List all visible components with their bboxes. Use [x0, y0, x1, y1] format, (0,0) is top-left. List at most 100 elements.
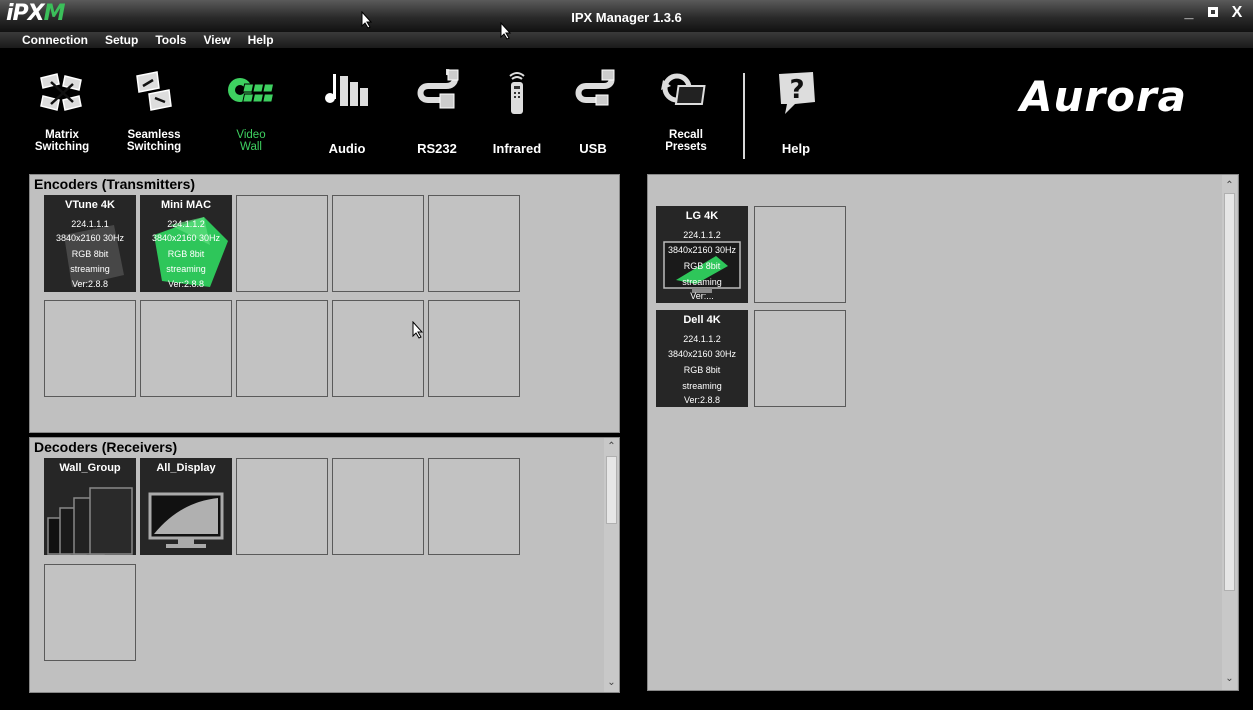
- brand-text: Aurora: [1020, 72, 1188, 121]
- empty-slot[interactable]: [332, 300, 424, 397]
- matrix-switching-icon: [40, 73, 82, 111]
- device-status: streaming: [682, 381, 722, 391]
- device-status: streaming: [682, 277, 722, 287]
- video-wall-panel: LG 4K 224.1.1.2 3840x2160 30Hz RGB 8bit …: [647, 174, 1239, 691]
- empty-slot[interactable]: [44, 564, 136, 661]
- encoders-title: Encoders (Transmitters): [34, 176, 196, 192]
- menu-setup[interactable]: Setup: [105, 32, 138, 48]
- device-resolution: 3840x2160 30Hz: [55, 233, 125, 243]
- empty-slot[interactable]: [236, 300, 328, 397]
- device-color-format: RGB 8bit: [683, 365, 721, 375]
- infrared-remote-icon: [509, 72, 525, 114]
- wall-display-tile[interactable]: Dell 4K 224.1.1.2 3840x2160 30Hz RGB 8bi…: [656, 310, 748, 407]
- tool-label: Seamless Switching: [126, 129, 182, 153]
- device-version: Ver:...: [690, 291, 714, 301]
- tool-matrix-switching[interactable]: Matrix Switching: [22, 68, 102, 153]
- scroll-up-arrow-icon[interactable]: ⌃: [1222, 179, 1237, 193]
- svg-text:?: ?: [789, 75, 804, 105]
- empty-slot[interactable]: [44, 300, 136, 397]
- device-ip: 224.1.1.2: [683, 230, 721, 240]
- device-ip: 224.1.1.2: [683, 334, 721, 344]
- tool-label: Audio: [328, 141, 366, 156]
- decoder-group-tile[interactable]: Wall_Group: [44, 458, 136, 555]
- tool-label: USB: [579, 141, 607, 156]
- scroll-down-arrow-icon[interactable]: ⌄: [604, 676, 619, 690]
- menu-connection[interactable]: Connection: [22, 32, 88, 48]
- device-color-format: RGB 8bit: [71, 249, 109, 259]
- encoder-tile[interactable]: Mini MAC 224.1.1.2 3840x2160 30Hz RGB 8b…: [140, 195, 232, 292]
- scroll-up-arrow-icon[interactable]: ⌃: [604, 440, 619, 454]
- tool-label: Video Wall: [236, 129, 266, 153]
- scrollbar-thumb[interactable]: [1224, 193, 1235, 591]
- tool-audio[interactable]: Audio: [307, 68, 387, 155]
- device-name: LG 4K: [685, 210, 719, 222]
- device-version: Ver:2.8.8: [683, 395, 721, 405]
- device-ip: 224.1.1.2: [167, 219, 205, 229]
- decoder-group-tile[interactable]: All_Display: [140, 458, 232, 555]
- device-name: VTune 4K: [65, 199, 115, 211]
- maximize-button[interactable]: [1205, 4, 1221, 22]
- empty-slot[interactable]: [754, 206, 846, 303]
- toolbar-separator: [743, 73, 745, 159]
- decoders-title: Decoders (Receivers): [34, 439, 178, 455]
- minimize-button[interactable]: _: [1181, 4, 1197, 22]
- empty-slot[interactable]: [236, 195, 328, 292]
- empty-slot[interactable]: [332, 458, 424, 555]
- tool-video-wall[interactable]: Video Wall: [211, 68, 291, 153]
- mouse-pointer-icon: [412, 321, 424, 339]
- decoders-panel: Decoders (Receivers) Wall_Group All_Disp…: [29, 437, 620, 693]
- video-wall-icon: [228, 78, 275, 103]
- device-version: Ver:2.8.8: [167, 279, 205, 289]
- tool-usb[interactable]: USB: [553, 68, 633, 155]
- empty-slot[interactable]: [754, 310, 846, 407]
- mouse-pointer-icon: [500, 22, 512, 40]
- window-title: IPX Manager 1.3.6: [571, 10, 682, 25]
- device-resolution: 3840x2160 30Hz: [667, 349, 737, 359]
- empty-slot[interactable]: [236, 458, 328, 555]
- group-name: Wall_Group: [59, 462, 121, 474]
- empty-slot[interactable]: [332, 195, 424, 292]
- device-name: Dell 4K: [683, 314, 721, 326]
- tool-infrared[interactable]: Infrared: [477, 68, 557, 155]
- close-button[interactable]: X: [1229, 4, 1245, 22]
- device-name: Mini MAC: [160, 199, 212, 211]
- title-bar[interactable]: iPXM IPX Manager 1.3.6 _ X: [0, 0, 1253, 32]
- tool-seamless-switching[interactable]: Seamless Switching: [114, 68, 194, 153]
- menu-view[interactable]: View: [203, 32, 230, 48]
- tool-label: RS232: [417, 141, 457, 156]
- encoders-panel: Encoders (Transmitters) VTune 4K 224.1.1…: [29, 174, 620, 433]
- menu-tools[interactable]: Tools: [155, 32, 186, 48]
- maximize-icon: [1208, 7, 1218, 17]
- tool-rs232[interactable]: RS232: [397, 68, 477, 155]
- brand-logo: Aurora: [1020, 72, 1187, 121]
- tool-label: Infrared: [492, 141, 542, 156]
- device-color-format: RGB 8bit: [683, 261, 721, 271]
- tool-recall-presets[interactable]: Recall Presets: [646, 68, 726, 153]
- rs232-icon: [417, 69, 459, 109]
- menu-bar: Connection Setup Tools View Help: [0, 32, 1253, 48]
- recall-presets-icon: [661, 73, 706, 105]
- device-color-format: RGB 8bit: [167, 249, 205, 259]
- empty-slot[interactable]: [140, 300, 232, 397]
- scrollbar-thumb[interactable]: [606, 456, 617, 524]
- audio-icon: [325, 74, 368, 106]
- wall-display-tile[interactable]: LG 4K 224.1.1.2 3840x2160 30Hz RGB 8bit …: [656, 206, 748, 303]
- empty-slot[interactable]: [428, 195, 520, 292]
- device-status: streaming: [166, 264, 206, 274]
- window-controls: _ X: [1181, 4, 1245, 22]
- empty-slot[interactable]: [428, 458, 520, 555]
- device-status: streaming: [70, 264, 110, 274]
- device-ip: 224.1.1.1: [71, 219, 109, 229]
- encoder-tile[interactable]: VTune 4K 224.1.1.1 3840x2160 30Hz RGB 8b…: [44, 195, 136, 292]
- usb-icon: [575, 69, 615, 106]
- decoders-scrollbar[interactable]: ⌃ ⌄: [604, 438, 619, 692]
- device-resolution: 3840x2160 30Hz: [151, 233, 221, 243]
- tool-label: Matrix Switching: [34, 129, 90, 153]
- tool-help[interactable]: ? Help: [756, 68, 836, 155]
- video-wall-scrollbar[interactable]: ⌃ ⌄: [1222, 175, 1237, 690]
- toolbar: Matrix Switching Seamless Switching Vide…: [0, 48, 1253, 170]
- empty-slot[interactable]: [428, 300, 520, 397]
- scroll-down-arrow-icon[interactable]: ⌄: [1222, 672, 1237, 686]
- tool-label: Help: [781, 141, 811, 156]
- menu-help[interactable]: Help: [248, 32, 274, 48]
